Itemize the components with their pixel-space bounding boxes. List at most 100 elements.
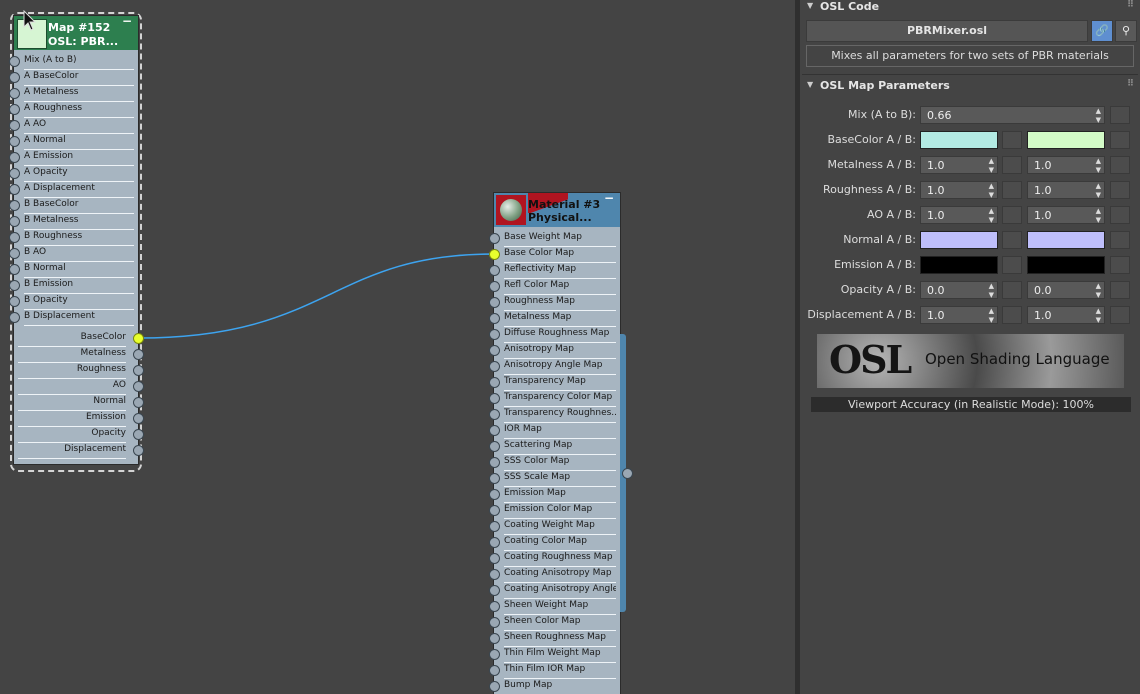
output-port[interactable] — [133, 413, 144, 424]
input-port[interactable] — [489, 233, 500, 244]
value-spinner-b[interactable]: 1.0 ▲ ▼ — [1027, 181, 1105, 199]
input-port[interactable] — [489, 377, 500, 388]
value-spinner-a[interactable]: 1.0 ▲ ▼ — [920, 181, 998, 199]
mix-map-button[interactable] — [1110, 106, 1130, 124]
input-port[interactable] — [489, 617, 500, 628]
input-port[interactable] — [489, 665, 500, 676]
output-port[interactable] — [133, 349, 144, 360]
input-port[interactable] — [489, 457, 500, 468]
input-port[interactable] — [489, 281, 500, 292]
input-port[interactable] — [489, 345, 500, 356]
spinner-arrows-icon[interactable]: ▲ ▼ — [989, 182, 994, 200]
map-slot-button[interactable] — [1002, 131, 1022, 149]
input-port[interactable] — [9, 168, 20, 179]
magnifier-icon[interactable]: ⚲ — [1115, 20, 1137, 42]
input-port[interactable] — [489, 505, 500, 516]
output-port[interactable] — [133, 381, 144, 392]
input-port[interactable] — [9, 136, 20, 147]
material-output-port[interactable] — [622, 468, 633, 479]
spinner-arrows-icon[interactable]: ▲ ▼ — [989, 207, 994, 225]
output-port[interactable] — [133, 445, 144, 456]
material-node-header[interactable]: Material #3 Physical... − — [494, 191, 620, 227]
input-port[interactable] — [489, 425, 500, 436]
spinner-arrows-icon[interactable]: ▲ ▼ — [1096, 107, 1101, 125]
input-port[interactable] — [489, 265, 500, 276]
input-port[interactable] — [489, 329, 500, 340]
map-slot-button[interactable] — [1002, 256, 1022, 274]
value-spinner-b[interactable]: 1.0 ▲ ▼ — [1027, 206, 1105, 224]
map-slot-button[interactable] — [1002, 231, 1022, 249]
input-port[interactable] — [489, 649, 500, 660]
minimize-icon[interactable]: − — [122, 14, 132, 28]
input-port[interactable] — [9, 248, 20, 259]
input-port[interactable] — [489, 409, 500, 420]
spinner-arrows-icon[interactable]: ▲ ▼ — [989, 307, 994, 325]
color-swatch-b[interactable] — [1027, 256, 1105, 274]
input-port[interactable] — [489, 569, 500, 580]
input-port[interactable] — [9, 184, 20, 195]
spinner-arrows-icon[interactable]: ▲ ▼ — [989, 282, 994, 300]
map-slot-button[interactable] — [1110, 156, 1130, 174]
input-port[interactable] — [9, 56, 20, 67]
input-port[interactable] — [489, 441, 500, 452]
value-spinner-a[interactable]: 1.0 ▲ ▼ — [920, 206, 998, 224]
input-port[interactable] — [489, 297, 500, 308]
node-editor-canvas[interactable]: Map #152 OSL: PBR... − Mix (A to B) A Bas… — [0, 0, 795, 694]
output-port[interactable] — [133, 333, 144, 344]
osl-file-button[interactable]: PBRMixer.osl — [806, 20, 1088, 42]
map-slot-button[interactable] — [1110, 131, 1130, 149]
input-port[interactable] — [9, 88, 20, 99]
mix-spinner[interactable]: 0.66 ▲ ▼ — [920, 106, 1105, 124]
input-port[interactable] — [489, 249, 500, 260]
map-slot-button[interactable] — [1110, 231, 1130, 249]
value-spinner-a[interactable]: 1.0 ▲ ▼ — [920, 306, 998, 324]
input-port[interactable] — [9, 280, 20, 291]
grip-icon[interactable]: ⠿ — [1127, 79, 1134, 89]
value-spinner-b[interactable]: 1.0 ▲ ▼ — [1027, 156, 1105, 174]
input-port[interactable] — [9, 312, 20, 323]
input-port[interactable] — [9, 120, 20, 131]
input-port[interactable] — [9, 296, 20, 307]
value-spinner-b[interactable]: 0.0 ▲ ▼ — [1027, 281, 1105, 299]
input-port[interactable] — [489, 361, 500, 372]
input-port[interactable] — [489, 473, 500, 484]
input-port[interactable] — [489, 489, 500, 500]
map-slot-button[interactable] — [1002, 306, 1022, 324]
input-port[interactable] — [9, 216, 20, 227]
color-swatch-a[interactable] — [920, 231, 998, 249]
map-slot-button[interactable] — [1110, 256, 1130, 274]
map-slot-button[interactable] — [1110, 206, 1130, 224]
material-node[interactable]: Material #3 Physical... − Base Weight Ma… — [489, 191, 620, 694]
map-slot-button[interactable] — [1002, 206, 1022, 224]
map-slot-button[interactable] — [1002, 181, 1022, 199]
spinner-arrows-icon[interactable]: ▲ ▼ — [1096, 207, 1101, 225]
spinner-arrows-icon[interactable]: ▲ ▼ — [1096, 307, 1101, 325]
map-slot-button[interactable] — [1002, 156, 1022, 174]
output-port[interactable] — [133, 429, 144, 440]
output-port[interactable] — [133, 365, 144, 376]
input-port[interactable] — [9, 104, 20, 115]
spinner-arrows-icon[interactable]: ▲ ▼ — [1096, 282, 1101, 300]
value-spinner-b[interactable]: 1.0 ▲ ▼ — [1027, 306, 1105, 324]
color-swatch-a[interactable] — [920, 131, 998, 149]
map-slot-button[interactable] — [1110, 181, 1130, 199]
minimize-icon[interactable]: − — [604, 191, 614, 205]
map-slot-button[interactable] — [1002, 281, 1022, 299]
map-slot-button[interactable] — [1110, 281, 1130, 299]
grip-icon[interactable]: ⠿ — [1127, 0, 1134, 10]
input-port[interactable] — [9, 200, 20, 211]
map-slot-button[interactable] — [1110, 306, 1130, 324]
rollout-osl-map-parameters[interactable]: ▼ OSL Map Parameters ⠿ — [800, 79, 1140, 96]
input-port[interactable] — [9, 152, 20, 163]
input-port[interactable] — [489, 537, 500, 548]
input-port[interactable] — [489, 601, 500, 612]
input-port[interactable] — [489, 585, 500, 596]
spinner-arrows-icon[interactable]: ▲ ▼ — [1096, 182, 1101, 200]
input-port[interactable] — [9, 264, 20, 275]
output-port[interactable] — [133, 397, 144, 408]
color-swatch-b[interactable] — [1027, 131, 1105, 149]
input-port[interactable] — [489, 521, 500, 532]
rollout-osl-code[interactable]: ▼ OSL Code ⠿ — [800, 0, 1140, 17]
input-port[interactable] — [489, 633, 500, 644]
value-spinner-a[interactable]: 1.0 ▲ ▼ — [920, 156, 998, 174]
